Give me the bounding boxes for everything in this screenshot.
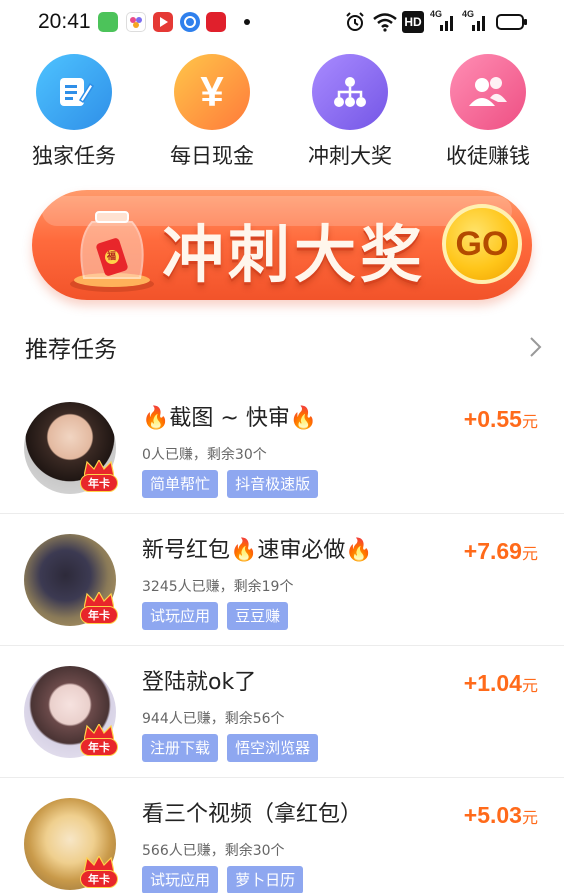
- reward-amount: +5.03: [463, 802, 522, 828]
- vip-badge: 年卡: [78, 592, 120, 628]
- prize-jar-label: 福: [107, 252, 117, 262]
- task-tag: 萝卜日历: [227, 866, 304, 893]
- quick-action-label: 独家任务: [32, 144, 116, 168]
- task-title: 看三个视频（拿红包）: [142, 802, 363, 827]
- signal-icon: 4G: [430, 9, 456, 33]
- battery-icon: [496, 14, 527, 30]
- vip-badge-label: 年卡: [80, 738, 118, 756]
- status-bar: 20:41 HD 4G 4G: [0, 0, 564, 44]
- hierarchy-icon: [312, 54, 388, 130]
- task-tag: 悟空浏览器: [227, 734, 319, 762]
- vip-badge-label: 年卡: [80, 870, 118, 888]
- quick-action-label: 收徒赚钱: [446, 144, 530, 168]
- vip-badge: 年卡: [78, 724, 120, 760]
- task-row[interactable]: 年卡 登陆就ok了 944人已赚，剩余56个 注册下载 悟空浏览器 +1.04元: [0, 646, 564, 778]
- task-tag: 试玩应用: [142, 866, 219, 893]
- task-title: 新号红包🔥速审必做🔥: [142, 538, 373, 563]
- status-time: 20:41: [38, 10, 91, 33]
- section-title: 推荐任务: [25, 337, 117, 363]
- task-row[interactable]: 年卡 新号红包🔥速审必做🔥 3245人已赚，剩余19个 试玩应用 豆豆赚 +7.…: [0, 514, 564, 646]
- vip-badge-label: 年卡: [80, 606, 118, 624]
- reward-unit: 元: [521, 412, 538, 431]
- signal-icon: 4G: [462, 9, 488, 33]
- hd-voice-icon: HD: [402, 11, 424, 33]
- reward-amount: +1.04: [463, 670, 522, 696]
- sprint-prize-banner[interactable]: 福 冲刺大奖 GO: [32, 190, 532, 300]
- task-tags: 试玩应用 萝卜日历: [142, 866, 307, 893]
- task-title: 登陆就ok了: [142, 670, 257, 695]
- task-tag: 试玩应用: [142, 602, 219, 630]
- task-tag: 注册下载: [142, 734, 219, 762]
- chevron-right-icon[interactable]: [522, 334, 548, 360]
- banner-title: 冲刺大奖: [162, 218, 427, 291]
- task-row[interactable]: 年卡 看三个视频（拿红包） 566人已赚，剩余30个 试玩应用 萝卜日历 +5.…: [0, 778, 564, 893]
- quick-action-label: 每日现金: [170, 144, 254, 168]
- task-stats: 566人已赚，剩余30个: [142, 843, 285, 859]
- yen-icon: ¥: [174, 54, 250, 130]
- task-tags: 简单帮忙 抖音极速版: [142, 470, 322, 498]
- quick-action-recruit[interactable]: 收徒赚钱: [428, 52, 548, 172]
- reward-unit: 元: [521, 808, 538, 827]
- app-notification-icon: [126, 12, 146, 32]
- task-reward: +5.03元: [464, 802, 538, 829]
- app-notification-icon: [98, 12, 118, 32]
- edit-note-icon: [36, 54, 112, 130]
- go-button[interactable]: GO: [442, 204, 522, 284]
- task-tag: 简单帮忙: [142, 470, 219, 498]
- browser-app-icon: [180, 12, 200, 32]
- task-reward: +1.04元: [464, 670, 538, 697]
- task-stats: 944人已赚，剩余56个: [142, 711, 285, 727]
- task-tags: 试玩应用 豆豆赚: [142, 602, 292, 630]
- reward-amount: +7.69: [463, 538, 522, 564]
- reward-unit: 元: [521, 676, 538, 695]
- task-tag: 抖音极速版: [227, 470, 319, 498]
- quick-action-sprint-prize[interactable]: 冲刺大奖: [290, 52, 410, 172]
- task-reward: +0.55元: [464, 406, 538, 433]
- vip-badge: 年卡: [78, 856, 120, 892]
- quick-action-daily-cash[interactable]: ¥ 每日现金: [152, 52, 272, 172]
- vip-badge-label: 年卡: [80, 474, 118, 492]
- reward-amount: +0.55: [463, 406, 522, 432]
- wifi-icon: [373, 13, 397, 32]
- task-stats: 0人已赚，剩余30个: [142, 447, 267, 463]
- task-stats: 3245人已赚，剩余19个: [142, 579, 294, 595]
- task-row[interactable]: 年卡 🔥截图 ~ 快审🔥 0人已赚，剩余30个 简单帮忙 抖音极速版 +0.55…: [0, 382, 564, 514]
- reward-unit: 元: [521, 544, 538, 563]
- vip-badge: 年卡: [78, 460, 120, 496]
- more-notifications-dot: [244, 19, 250, 25]
- task-title: 🔥截图 ~ 快审🔥: [142, 406, 318, 431]
- quick-action-exclusive-tasks[interactable]: 独家任务: [14, 52, 134, 172]
- users-icon: [450, 54, 526, 130]
- quick-actions: 独家任务 ¥ 每日现金 冲刺大奖 收徒赚钱: [0, 52, 564, 172]
- shopping-app-icon: [206, 12, 226, 32]
- task-reward: +7.69元: [464, 538, 538, 565]
- video-app-icon: [153, 12, 173, 32]
- task-tags: 注册下载 悟空浏览器: [142, 734, 322, 762]
- go-button-label: GO: [455, 224, 509, 263]
- prize-jar-icon: [70, 211, 154, 292]
- alarm-icon: [346, 12, 364, 31]
- quick-action-label: 冲刺大奖: [308, 144, 392, 168]
- task-tag: 豆豆赚: [227, 602, 289, 630]
